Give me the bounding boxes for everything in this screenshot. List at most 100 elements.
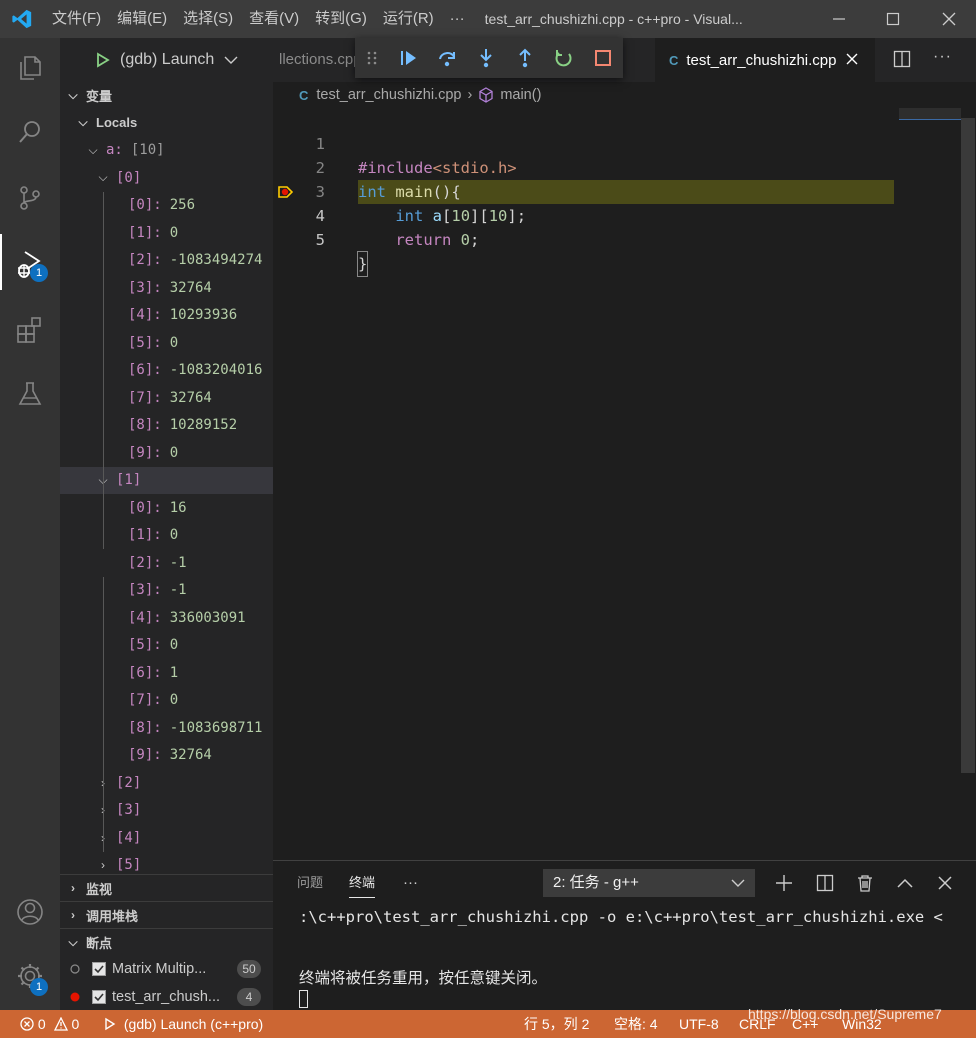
array-element[interactable]: [0]: 256 <box>60 192 273 220</box>
code-line-2: 2 int main(){ <box>273 132 893 201</box>
source-control-icon[interactable] <box>0 170 60 226</box>
array-group-collapsed[interactable]: ›[2] <box>60 769 273 797</box>
debug-target-status[interactable]: (gdb) Launch (c++pro) <box>104 1010 263 1038</box>
array-group-collapsed[interactable]: ›[3] <box>60 797 273 825</box>
drag-handle-icon[interactable] <box>355 38 388 78</box>
indentation[interactable]: 空格: 4 <box>614 1010 658 1038</box>
array-element[interactable]: [3]: 32764 <box>60 274 273 302</box>
breakpoint-checkbox[interactable] <box>92 990 106 1004</box>
array-element[interactable]: [7]: 0 <box>60 687 273 715</box>
breakpoint-line-badge: 50 <box>237 960 261 978</box>
menu-selection[interactable]: 选择(S) <box>175 0 241 38</box>
tab-terminal[interactable]: 终端 <box>349 868 376 898</box>
element-value: -1 <box>169 582 187 599</box>
terminal-select[interactable]: 2: 任务 - g++ <box>543 869 755 897</box>
explorer-icon[interactable] <box>0 40 60 96</box>
new-terminal-icon[interactable] <box>770 869 798 897</box>
array-element[interactable]: [6]: 1 <box>60 659 273 687</box>
extensions-icon[interactable] <box>0 302 60 358</box>
menu-more[interactable]: ··· <box>442 0 473 38</box>
step-into-icon[interactable] <box>467 38 506 78</box>
callstack-title: 调用堆栈 <box>86 908 139 924</box>
array-element[interactable]: [1]: 0 <box>60 219 273 247</box>
start-debugging-icon[interactable] <box>96 52 110 68</box>
breakpoint-current-icon[interactable] <box>277 184 294 203</box>
array-element[interactable]: [8]: 10289152 <box>60 412 273 440</box>
minimize-icon[interactable] <box>812 0 866 38</box>
split-terminal-icon[interactable] <box>811 869 839 897</box>
breakpoint-checkbox[interactable] <box>92 962 106 976</box>
breadcrumb-file[interactable]: test_arr_chushizhi.cpp <box>316 87 461 103</box>
menu-go[interactable]: 转到(G) <box>307 0 375 38</box>
array-element[interactable]: [8]: -1083698711 <box>60 714 273 742</box>
element-value: 256 <box>169 197 196 214</box>
array-group-collapsed[interactable]: ›[4] <box>60 824 273 852</box>
variables-section-header[interactable]: ⌵ 变量 <box>60 82 273 109</box>
cursor-position[interactable]: 行 5，列 2 <box>524 1010 589 1038</box>
trash-icon[interactable] <box>851 869 879 897</box>
callstack-section-header[interactable]: › 调用堆栈 <box>60 901 273 928</box>
minimap[interactable] <box>899 108 961 120</box>
array-element[interactable]: [1]: 0 <box>60 522 273 550</box>
array-element[interactable]: [6]: -1083204016 <box>60 357 273 385</box>
stop-icon[interactable] <box>584 38 623 78</box>
menu-view[interactable]: 查看(V) <box>241 0 307 38</box>
variable-a[interactable]: ⌵ a: [10] <box>60 137 273 165</box>
array-element[interactable]: [7]: 32764 <box>60 384 273 412</box>
watch-section-header[interactable]: › 监视 <box>60 874 273 901</box>
vertical-scrollbar[interactable] <box>961 118 975 773</box>
array-element[interactable]: [9]: 0 <box>60 439 273 467</box>
element-index: [6]: <box>128 362 162 379</box>
search-icon[interactable] <box>0 104 60 160</box>
array-element[interactable]: [5]: 0 <box>60 329 273 357</box>
restart-icon[interactable] <box>545 38 584 78</box>
array-element[interactable]: [3]: -1 <box>60 577 273 605</box>
array-element[interactable]: [9]: 32764 <box>60 742 273 770</box>
menu-file[interactable]: 文件(F) <box>44 0 109 38</box>
breakpoint-item[interactable]: Matrix Multip... 50 <box>60 955 273 983</box>
panel-more-icon[interactable]: ··· <box>403 861 418 905</box>
code-editor[interactable]: 1 #include<stdio.h> 2 int main(){ 3 int … <box>273 108 976 860</box>
array-group-0[interactable]: ⌵ [0] <box>60 164 273 192</box>
close-window-icon[interactable] <box>922 0 976 38</box>
debug-config-bar: (gdb) Launch <box>60 38 273 82</box>
step-over-icon[interactable] <box>427 38 466 78</box>
group-label: [5] <box>116 857 142 874</box>
run-debug-icon[interactable]: 1 <box>0 236 60 292</box>
breakpoint-item[interactable]: test_arr_chush... 4 <box>60 983 273 1010</box>
array-element[interactable]: [0]: 16 <box>60 494 273 522</box>
array-element[interactable]: [4]: 10293936 <box>60 302 273 330</box>
menu-edit[interactable]: 编辑(E) <box>109 0 175 38</box>
maximize-panel-icon[interactable] <box>891 869 919 897</box>
menu-run[interactable]: 运行(R) <box>375 0 442 38</box>
close-tab-icon[interactable] <box>846 52 858 69</box>
element-index: [5]: <box>128 637 162 654</box>
array-element[interactable]: [2]: -1083494274 <box>60 247 273 275</box>
locals-scope[interactable]: ⌵ Locals <box>60 109 273 137</box>
terminal-panel: 问题 终端 ··· 2: 任务 - g++ :\c++pro\test_arr_… <box>273 860 976 1010</box>
tab-problems[interactable]: 问题 <box>297 861 323 905</box>
tab-test-arr-chushizhi[interactable]: C test_arr_chushizhi.cpp <box>655 38 875 82</box>
settings-gear-icon[interactable]: 1 <box>0 948 60 1004</box>
split-editor-icon[interactable] <box>893 50 911 71</box>
more-actions-icon[interactable]: ··· <box>933 48 952 66</box>
array-group-1[interactable]: ⌵ [1] <box>60 466 273 494</box>
step-out-icon[interactable] <box>506 38 545 78</box>
launch-config-select[interactable]: (gdb) Launch <box>90 45 244 75</box>
close-panel-icon[interactable] <box>931 869 959 897</box>
breadcrumb-symbol[interactable]: main() <box>500 87 541 103</box>
testing-flask-icon[interactable] <box>0 366 60 422</box>
encoding[interactable]: UTF-8 <box>679 1010 719 1038</box>
lower-sections: › 监视 › 调用堆栈 ⌵ 断点 Matrix Multip... 50 tes… <box>60 874 273 1010</box>
problems-status[interactable]: 0 0 <box>20 1010 79 1038</box>
array-element[interactable]: [5]: 0 <box>60 632 273 660</box>
array-element[interactable]: [4]: 336003091 <box>60 604 273 632</box>
breakpoints-section-header[interactable]: ⌵ 断点 <box>60 928 273 955</box>
error-icon <box>20 1017 34 1031</box>
code-line-1: 1 #include<stdio.h> <box>273 108 893 177</box>
maximize-icon[interactable] <box>866 0 920 38</box>
continue-icon[interactable] <box>388 38 427 78</box>
accounts-icon[interactable] <box>0 884 60 940</box>
variable-name: a: <box>106 142 123 159</box>
array-element[interactable]: [2]: -1 <box>60 549 273 577</box>
